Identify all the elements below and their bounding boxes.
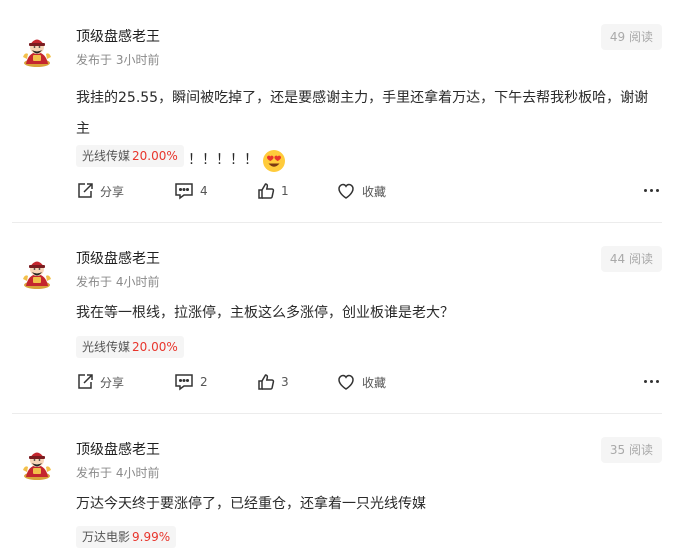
like-count: 1 [281,184,289,198]
share-button[interactable]: 分享 [76,370,124,394]
more-icon[interactable] [644,375,660,389]
stock-tag[interactable]: 光线传媒 20.00% [76,145,184,167]
post-time: 发布于 4小时前 [76,275,160,289]
stock-tag[interactable]: 光线传媒 20.00% [76,336,184,358]
post-card: 顶级盘感老王 发布于 4小时前 35 阅读 万达今天终于要涨停了，已经重仓，还拿… [12,437,662,559]
heart-eyes-emoji [263,149,285,172]
author-name[interactable]: 顶级盘感老王 [76,249,160,269]
stock-change: 9.99% [132,530,171,544]
share-label: 分享 [100,184,125,199]
favorite-label: 收藏 [362,375,387,390]
favorite-icon [338,183,354,199]
stock-name: 万达电影 [82,530,131,544]
favorite-button[interactable]: 收藏 [336,370,386,394]
action-bar: 分享 2 3 收藏 [76,370,662,394]
comment-icon [175,374,193,391]
stock-tag[interactable]: 万达电影 9.99% [76,526,177,548]
content-line: 我挂的25.55，瞬间被吃掉了，还是要感谢主力，手里还拿着万达，下午去帮我秒板哈… [76,90,649,137]
read-count-badge: 35 阅读 [600,437,662,463]
like-icon [258,374,275,390]
like-button[interactable]: 1 [257,179,289,203]
like-button[interactable]: 3 [257,370,289,394]
post-time: 发布于 3小时前 [76,53,160,67]
stock-name: 光线传媒 [82,340,131,354]
post-content: 我在等一根线，拉涨停，主板这么多涨停，创业板谁是老大？ [76,298,654,329]
stock-name: 光线传媒 [82,149,131,163]
share-button[interactable]: 分享 [76,179,124,203]
share-icon [78,374,93,389]
author-name[interactable]: 顶级盘感老王 [76,27,160,47]
post-card: 顶级盘感老王 发布于 4小时前 44 阅读 我在等一根线，拉涨停，主板这么多涨停… [12,246,662,414]
favorite-label: 收藏 [362,184,387,199]
read-count-badge: 44 阅读 [600,246,662,272]
favorite-icon [338,374,354,390]
like-icon [258,183,275,199]
stock-change: 20.00% [132,340,178,354]
stock-change: 20.00% [132,149,178,163]
content-line: 我在等一根线，拉涨停，主板这么多涨停，创业板谁是老大？ [76,305,454,321]
comment-icon [175,183,193,200]
author-name[interactable]: 顶级盘感老王 [76,440,160,460]
comment-count: 2 [200,375,208,389]
avatar[interactable] [20,446,54,480]
action-bar: 分享 4 1 收藏 [76,179,662,203]
share-icon [78,183,93,198]
more-icon[interactable] [644,184,660,198]
post-feed: 顶级盘感老王 发布于 3小时前 49 阅读 我挂的25.55，瞬间被吃掉了，还是… [0,0,685,559]
like-count: 3 [281,375,289,389]
post-card: 顶级盘感老王 发布于 3小时前 49 阅读 我挂的25.55，瞬间被吃掉了，还是… [12,24,662,223]
avatar[interactable] [20,33,54,67]
post-content: 万达今天终于要涨停了，已经重仓，还拿着一只光线传媒 [76,489,654,520]
comment-button[interactable]: 4 [174,179,208,203]
comment-count: 4 [200,184,208,198]
post-time: 发布于 4小时前 [76,466,160,480]
content-line: 万达今天终于要涨停了，已经重仓，还拿着一只光线传媒 [76,496,426,512]
favorite-button[interactable]: 收藏 [336,179,386,203]
comment-button[interactable]: 2 [174,370,208,394]
avatar[interactable] [20,255,54,289]
read-count-badge: 49 阅读 [600,24,662,50]
share-label: 分享 [100,375,125,390]
